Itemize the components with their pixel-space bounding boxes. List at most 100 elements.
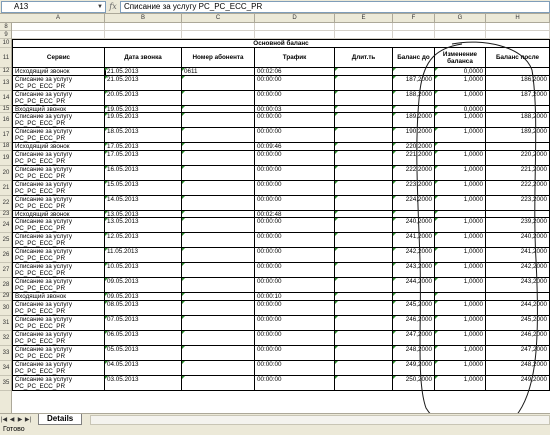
cell[interactable]: 240,2000 xyxy=(486,233,550,247)
cell[interactable] xyxy=(393,293,435,300)
cell[interactable]: Списание за услугу PC_PC_ECC_PR xyxy=(12,165,105,180)
cell[interactable]: 21.05.2013 xyxy=(105,68,182,75)
cell[interactable] xyxy=(182,180,255,195)
cell[interactable]: 249,2000 xyxy=(393,360,435,375)
cell[interactable] xyxy=(393,210,435,217)
cell[interactable] xyxy=(335,23,393,30)
cell[interactable] xyxy=(335,278,393,292)
cell[interactable]: 1,0000 xyxy=(435,330,486,345)
cell[interactable]: 00:00:03 xyxy=(255,105,335,112)
cell[interactable]: 18.05.2013 xyxy=(105,128,182,142)
cell[interactable]: 00:00:00 xyxy=(255,360,335,375)
cell[interactable]: 1,0000 xyxy=(435,375,486,390)
cell[interactable]: 1,0000 xyxy=(435,75,486,90)
table-row[interactable]: Исходящий звонок 17.05.2013 00:09:46 220,20… xyxy=(12,143,550,151)
cell[interactable]: 222,2000 xyxy=(486,180,550,195)
table-row[interactable]: Списание за услугу PC_PC_ECC_PR 13.05.201… xyxy=(12,218,550,233)
cell[interactable] xyxy=(182,375,255,390)
cell[interactable] xyxy=(435,31,486,38)
cell[interactable]: 1,0000 xyxy=(435,263,486,277)
cell[interactable]: 0611 xyxy=(182,68,255,75)
cell[interactable] xyxy=(335,360,393,375)
cell[interactable] xyxy=(182,143,255,150)
cell[interactable]: 09.05.2013 xyxy=(105,278,182,292)
row-number[interactable]: 29 xyxy=(0,293,11,301)
row-number[interactable]: 19 xyxy=(0,151,11,166)
cell[interactable] xyxy=(393,23,435,30)
row-number[interactable]: 18 xyxy=(0,143,11,151)
name-box[interactable]: A13 ▼ xyxy=(1,0,106,13)
cell[interactable] xyxy=(182,210,255,217)
cell[interactable] xyxy=(335,128,393,142)
cell[interactable]: 00:00:00 xyxy=(255,75,335,90)
cell[interactable]: 1,0000 xyxy=(435,360,486,375)
cell[interactable] xyxy=(335,68,393,75)
first-sheet-icon[interactable]: |◀ xyxy=(0,416,8,423)
row-number[interactable]: 26 xyxy=(0,248,11,263)
table-row[interactable]: Списание за услугу PC_PC_ECC_PR 12.05.201… xyxy=(12,233,550,248)
cell[interactable] xyxy=(335,375,393,390)
cell[interactable]: Списание за услугу PC_PC_ECC_PR xyxy=(12,218,105,232)
cell[interactable]: 21.05.2013 xyxy=(105,75,182,90)
row-number[interactable]: 30 xyxy=(0,301,11,316)
cell[interactable]: 00:00:00 xyxy=(255,128,335,142)
cell[interactable]: 14.05.2013 xyxy=(105,195,182,210)
row-number[interactable]: 21 xyxy=(0,181,11,196)
column-header-d[interactable]: D xyxy=(255,14,335,23)
cell[interactable]: 223,2000 xyxy=(393,180,435,195)
cell[interactable]: 00:00:00 xyxy=(255,315,335,330)
cell[interactable]: 1,0000 xyxy=(435,233,486,247)
cell[interactable]: 221,2000 xyxy=(486,165,550,180)
prev-sheet-icon[interactable]: ◀ xyxy=(8,416,16,423)
cell[interactable] xyxy=(182,165,255,180)
cell[interactable]: 242,2000 xyxy=(486,263,550,277)
cell[interactable] xyxy=(182,31,255,38)
column-header-f[interactable]: F xyxy=(393,14,435,23)
row-number[interactable]: 13 xyxy=(0,76,11,91)
column-header-b[interactable]: B xyxy=(105,14,182,23)
cell[interactable]: 248,2000 xyxy=(393,345,435,360)
cell[interactable]: 05.05.2013 xyxy=(105,345,182,360)
cell[interactable]: Списание за услугу PC_PC_ECC_PR xyxy=(12,128,105,142)
cell[interactable] xyxy=(182,360,255,375)
cell[interactable] xyxy=(335,315,393,330)
cell[interactable]: Списание за услугу PC_PC_ECC_PR xyxy=(12,345,105,360)
cell[interactable]: 245,2000 xyxy=(393,300,435,315)
cell[interactable]: 240,2000 xyxy=(393,218,435,232)
cell[interactable]: 16.05.2013 xyxy=(105,165,182,180)
cell[interactable]: Списание за услугу PC_PC_ECC_PR xyxy=(12,315,105,330)
cell[interactable] xyxy=(335,293,393,300)
cell[interactable]: 1,0000 xyxy=(435,113,486,127)
table-row[interactable]: Списание за услугу PC_PC_ECC_PR 18.05.201… xyxy=(12,128,550,143)
cell[interactable] xyxy=(486,293,550,300)
cell[interactable]: 243,2000 xyxy=(486,278,550,292)
cell[interactable] xyxy=(335,105,393,112)
cell[interactable]: Списание за услугу PC_PC_ECC_PR xyxy=(12,113,105,127)
cell[interactable]: 246,2000 xyxy=(486,330,550,345)
cell[interactable]: 08.05.2013 xyxy=(105,300,182,315)
next-sheet-icon[interactable]: ▶ xyxy=(16,416,24,423)
cell[interactable]: 241,2000 xyxy=(393,233,435,247)
cell[interactable] xyxy=(435,23,486,30)
cell[interactable] xyxy=(182,248,255,262)
table-row[interactable]: Исходящий звонок 13.05.2013 00:02:48 xyxy=(12,210,550,218)
cell[interactable]: Списание за услугу PC_PC_ECC_PR xyxy=(12,300,105,315)
cell[interactable]: 187,2000 xyxy=(393,75,435,90)
cell[interactable]: 00:00:00 xyxy=(255,248,335,262)
cell[interactable] xyxy=(486,31,550,38)
cell[interactable] xyxy=(435,293,486,300)
table-row[interactable]: Списание за услугу PC_PC_ECC_PR 17.05.201… xyxy=(12,150,550,166)
row-number[interactable]: 24 xyxy=(0,218,11,233)
cell[interactable] xyxy=(182,330,255,345)
cell[interactable] xyxy=(486,23,550,30)
cell[interactable]: 189,2000 xyxy=(393,113,435,127)
cell[interactable] xyxy=(182,195,255,210)
cell[interactable] xyxy=(335,218,393,232)
row-number[interactable]: 31 xyxy=(0,316,11,331)
row-number[interactable]: 33 xyxy=(0,346,11,361)
cell[interactable] xyxy=(182,218,255,232)
row-number[interactable]: 25 xyxy=(0,233,11,248)
cell[interactable] xyxy=(105,23,182,30)
row-number[interactable]: 16 xyxy=(0,113,11,128)
cell[interactable]: 188,2000 xyxy=(393,90,435,105)
